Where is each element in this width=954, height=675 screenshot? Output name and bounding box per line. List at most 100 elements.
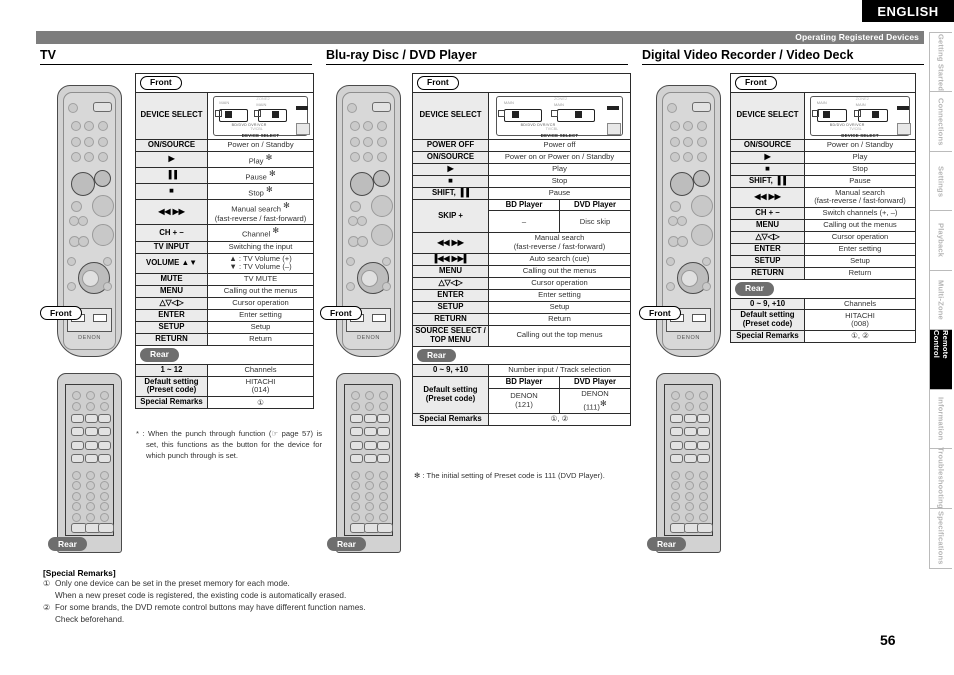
table-cell-value: Power on or Power on / Standby bbox=[488, 150, 631, 164]
table-cell-key: ■ bbox=[730, 162, 805, 176]
table-row: MENU Calling out the menus bbox=[730, 218, 916, 232]
column-title-tv: TV bbox=[40, 48, 312, 65]
chapter-tab-troubleshooting[interactable]: Troubleshooting bbox=[930, 447, 952, 509]
table-cell-key: ON/SOURCE bbox=[730, 138, 805, 152]
remote-front-badge-bd: Front bbox=[320, 303, 362, 321]
special-remark-number: ① bbox=[43, 579, 51, 588]
table-cell-value: Manual search (fast-reverse / fast-forwar… bbox=[804, 186, 916, 209]
table-cell-key: VOLUME ▲▼ bbox=[135, 252, 208, 275]
table-cell-value: DENON (111)✻ bbox=[559, 388, 631, 415]
table-cell-value: HITACHI (008) bbox=[804, 309, 916, 332]
chapter-tab-playback[interactable]: Playback bbox=[930, 211, 952, 271]
table-cell-value: Calling out the menus bbox=[804, 218, 916, 232]
table-row: △▽◁▷ Cursor operation bbox=[135, 296, 314, 310]
table-row: Rear bbox=[135, 344, 314, 365]
device-select-graphic: MAIN ZONE2 MAIN BD/DVD DVR/VCR TV/CBL DEVICE … bbox=[488, 91, 631, 140]
table-cell-value: Return bbox=[488, 312, 631, 326]
table-cell-key: TV INPUT bbox=[135, 240, 208, 254]
table-row: DEVICE SELECT MAIN ZONE2 MAIN BD/DVD DVR/VCR… bbox=[135, 91, 314, 140]
table-row: DEVICE SELECT MAIN ZONE2 MAIN BD/DVD DVR/VCR… bbox=[730, 91, 916, 140]
table-cell-value: DENON (121) bbox=[488, 388, 560, 415]
table-cell-value: HITACHI (014) bbox=[207, 375, 314, 398]
table-cell-key: MENU bbox=[730, 218, 805, 232]
section-badge-cell: Front bbox=[412, 73, 631, 93]
table-row: RETURN Return bbox=[412, 312, 631, 326]
table-cell-header: DVD Player bbox=[559, 198, 631, 212]
table-row: MENU Calling out the menus bbox=[412, 264, 631, 278]
chapter-tab-information[interactable]: Information bbox=[930, 389, 952, 450]
table-cell-value: Pause ✻ bbox=[207, 166, 314, 185]
table-cell-key: ENTER bbox=[135, 308, 208, 322]
table-row: Rear bbox=[730, 278, 916, 299]
table-row: ◀◀ ▶▶ Manual search (fast-reverse / fast-f… bbox=[730, 186, 916, 209]
special-remark-item-cont: When a new preset code is registered, th… bbox=[55, 590, 347, 600]
table-cell-value: Return bbox=[207, 332, 314, 346]
manual-page: ENGLISH Operating Registered Devices TV … bbox=[0, 0, 954, 675]
language-tab: ENGLISH bbox=[862, 0, 954, 22]
table-cell-key: DEVICE SELECT bbox=[730, 91, 805, 140]
table-row: 0 ~ 9, +10 Channels bbox=[730, 297, 916, 311]
table-cell-key: ▐◀◀ ▶▶▌ bbox=[412, 252, 489, 266]
table-cell-header: BD Player bbox=[488, 198, 560, 212]
table-cell-value: Stop ✻ bbox=[207, 183, 314, 201]
table-row: △▽◁▷ Cursor operation bbox=[412, 276, 631, 290]
table-cell-value: Power on / Standby bbox=[207, 138, 314, 152]
section-badge-cell: Front bbox=[730, 73, 916, 93]
table-row: ON/SOURCE Power on / Standby bbox=[135, 138, 314, 152]
chapter-tabs: Getting Started Connections Settings Playba… bbox=[929, 32, 952, 569]
table-row: 0 ~ 9, +10 Number input / Track selection bbox=[412, 364, 631, 378]
table-cell-value: Switching the input bbox=[207, 240, 314, 254]
table-cell-value: Pause bbox=[488, 186, 631, 200]
table-cell-key: ON/SOURCE bbox=[135, 138, 208, 152]
table-row: DEVICE SELECT MAIN ZONE2 MAIN BD/DVD DVR/VCR… bbox=[412, 91, 631, 140]
table-cell-key: MUTE bbox=[135, 273, 208, 287]
section-badge: Front bbox=[417, 76, 459, 90]
section-badge-cell: Rear bbox=[135, 344, 314, 365]
table-row: ENTER Enter setting bbox=[412, 288, 631, 302]
table-cell-key: SKIP + bbox=[412, 198, 489, 233]
table-cell-key: ◀◀ ▶▶ bbox=[730, 186, 805, 209]
table-row: ▶ Play bbox=[730, 150, 916, 164]
page-number: 56 bbox=[880, 632, 896, 648]
table-cell-value: ①, ② bbox=[804, 330, 916, 344]
special-remark-item-cont: Check beforehand. bbox=[55, 614, 125, 624]
chapter-tab-connections[interactable]: Connections bbox=[930, 92, 952, 152]
table-row: MENU Calling out the menus bbox=[135, 285, 314, 298]
table-cell-key: △▽◁▷ bbox=[412, 276, 489, 290]
table-cell-value: Cursor operation bbox=[207, 296, 314, 310]
table-tv: Front DEVICE SELECT MAIN ZONE2 MAIN BD/DVD DV… bbox=[135, 73, 314, 410]
table-cell-key: ▶ bbox=[730, 150, 805, 164]
table-cell-value: Enter setting bbox=[804, 242, 916, 256]
table-cell-key: 1 ~ 12 bbox=[135, 363, 208, 377]
special-remarks-block: [Special Remarks] ① Only one device can b… bbox=[43, 568, 563, 626]
remote-rear-badge-dvr: Rear bbox=[647, 534, 686, 552]
table-row: SOURCE SELECT / TOP MENU Calling out the t… bbox=[412, 324, 631, 347]
table-row: ◀◀ ▶▶ Manual search ✻ (fast-reverse / fast… bbox=[135, 199, 314, 226]
table-row: SETUP Setup bbox=[730, 254, 916, 268]
table-row: Special Remarks ①, ② bbox=[412, 413, 631, 427]
chapter-tab-getting-started[interactable]: Getting Started bbox=[930, 33, 952, 93]
chapter-tab-specifications[interactable]: Specifications bbox=[930, 508, 952, 568]
table-cell-value: ①, ② bbox=[488, 413, 631, 427]
table-cell-value: Return bbox=[804, 266, 916, 280]
table-cell-value: Channel ✻ bbox=[207, 224, 314, 242]
table-cell-value: Cursor operation bbox=[804, 230, 916, 244]
table-cell-key: ▶ bbox=[135, 150, 208, 168]
table-cell-key: CH + – bbox=[135, 224, 208, 242]
table-cell-header: DVD Player bbox=[559, 376, 631, 390]
table-row: POWER OFF Power off bbox=[412, 138, 631, 152]
table-cell-value: Number input / Track selection bbox=[488, 364, 631, 378]
table-cell-value: Cursor operation bbox=[488, 276, 631, 290]
chapter-tab-settings[interactable]: Settings bbox=[930, 151, 952, 212]
table-cell-key: DEVICE SELECT bbox=[412, 91, 489, 140]
table-cell-value: Setup bbox=[488, 300, 631, 314]
chapter-tab-multi-zone[interactable]: Multi-Zone bbox=[930, 270, 952, 331]
table-row: ■ Stop ✻ bbox=[135, 183, 314, 201]
table-cell-key: 0 ~ 9, +10 bbox=[412, 364, 489, 378]
table-cell-key: SHIFT, ▐▐ bbox=[412, 186, 489, 200]
chapter-tab-remote-control[interactable]: Remote Control bbox=[930, 330, 952, 390]
table-cell-value: Pause bbox=[804, 174, 916, 188]
table-row: RETURN Return bbox=[135, 332, 314, 346]
table-cell-key: ▐▐ bbox=[135, 166, 208, 185]
table-cell-value: Enter setting bbox=[207, 308, 314, 322]
